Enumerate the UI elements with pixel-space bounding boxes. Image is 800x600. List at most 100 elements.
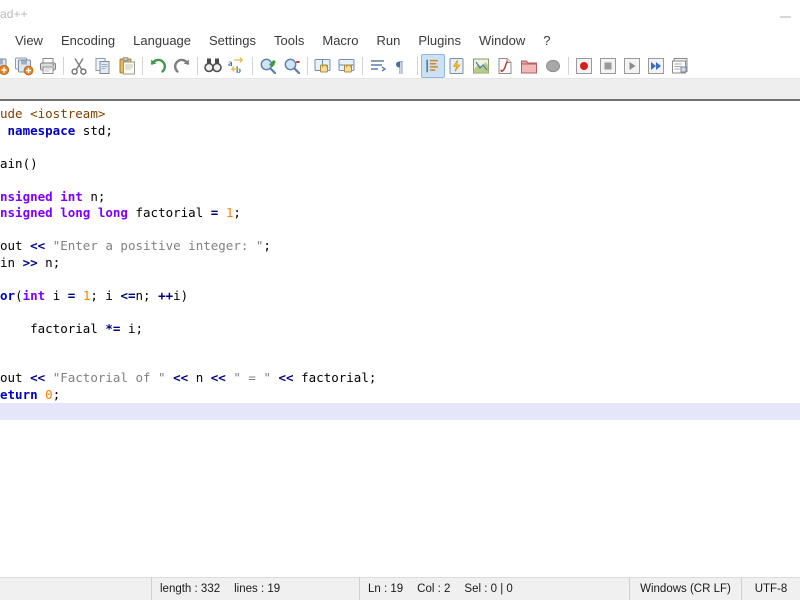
save-button[interactable] xyxy=(0,54,12,78)
menu-item-window[interactable]: Window xyxy=(470,29,534,52)
code-token: "Enter a positive integer: " xyxy=(53,238,264,253)
folder-icon xyxy=(519,56,539,76)
print-icon xyxy=(38,56,58,76)
minimize-button[interactable] xyxy=(770,0,800,27)
save-all-icon xyxy=(14,56,34,76)
code-line[interactable]: ain() xyxy=(0,156,800,173)
code-line[interactable] xyxy=(0,222,800,239)
word-wrap-button[interactable] xyxy=(366,54,390,78)
code-token: or xyxy=(0,288,15,303)
code-line[interactable]: nsigned long long factorial = 1; xyxy=(0,205,800,222)
status-eol-format[interactable]: Windows (CR LF) xyxy=(630,578,742,600)
toolbar-separator xyxy=(252,57,253,75)
toolbar-separator xyxy=(568,57,569,75)
code-token: factorial xyxy=(128,205,211,220)
code-line[interactable] xyxy=(0,354,800,371)
document-tab-bar[interactable] xyxy=(0,79,800,101)
sync-vertical-scroll-button[interactable] xyxy=(311,54,335,78)
code-token xyxy=(271,370,279,385)
find-button[interactable] xyxy=(201,54,225,78)
code-token: ain() xyxy=(0,156,38,171)
code-token: out xyxy=(0,238,30,253)
code-token: << xyxy=(30,370,45,385)
code-token: i) xyxy=(173,288,188,303)
status-lines: lines : 19 xyxy=(234,583,280,595)
menu-item-help[interactable]: ? xyxy=(534,29,559,52)
status-encoding[interactable]: UTF-8 xyxy=(742,578,800,600)
menu-bar: View Encoding Language Settings Tools Ma… xyxy=(0,27,800,53)
code-line[interactable]: nsigned int n; xyxy=(0,189,800,206)
code-token: factorial xyxy=(0,321,105,336)
document-map-button[interactable] xyxy=(469,54,493,78)
code-token: *= xyxy=(105,321,120,336)
menu-item-run[interactable]: Run xyxy=(367,29,409,52)
code-line[interactable]: factorial *= i; xyxy=(0,321,800,338)
menu-item-macro[interactable]: Macro xyxy=(313,29,367,52)
code-token: i xyxy=(45,288,68,303)
function-list-button[interactable] xyxy=(493,54,517,78)
code-line[interactable] xyxy=(0,172,800,189)
run-macro-multiple-icon xyxy=(646,56,666,76)
play-macro-button[interactable] xyxy=(620,54,644,78)
pilcrow-icon: ¶ xyxy=(392,56,412,76)
menu-item-view[interactable]: View xyxy=(6,29,52,52)
undo-button[interactable] xyxy=(146,54,170,78)
zoom-out-button[interactable] xyxy=(280,54,304,78)
code-line[interactable]: out << "Factorial of " << n << " = " << … xyxy=(0,370,800,387)
status-length: length : 332 xyxy=(160,583,220,595)
save-icon xyxy=(0,56,10,76)
code-line[interactable] xyxy=(0,337,800,354)
redo-button[interactable] xyxy=(170,54,194,78)
menu-item-plugins[interactable]: Plugins xyxy=(409,29,470,52)
folder-as-workspace-button[interactable] xyxy=(517,54,541,78)
sync-horizontal-scroll-button[interactable] xyxy=(335,54,359,78)
replace-button[interactable]: a b xyxy=(225,54,249,78)
toolbar-separator xyxy=(417,57,418,75)
menu-item-settings[interactable]: Settings xyxy=(200,29,265,52)
code-line[interactable]: in >> n; xyxy=(0,255,800,272)
code-line[interactable] xyxy=(0,271,800,288)
run-macro-multiple-button[interactable] xyxy=(644,54,668,78)
menu-item-tools[interactable]: Tools xyxy=(265,29,313,52)
copy-button[interactable] xyxy=(91,54,115,78)
indent-guideline-button[interactable] xyxy=(421,54,445,78)
cut-button[interactable] xyxy=(67,54,91,78)
toolbar-separator xyxy=(362,57,363,75)
document-map-icon xyxy=(471,56,491,76)
notepadpp-window: ad++ View Encoding Language Settings Too… xyxy=(0,0,800,600)
code-token: i; xyxy=(120,321,143,336)
code-line[interactable] xyxy=(0,403,800,420)
code-token: <iostream> xyxy=(30,106,105,121)
show-all-characters-button[interactable]: ¶ xyxy=(390,54,414,78)
code-token: ; xyxy=(53,387,61,402)
stop-recording-button[interactable] xyxy=(596,54,620,78)
function-list-icon xyxy=(495,56,515,76)
code-line[interactable]: ude <iostream> xyxy=(0,106,800,123)
user-defined-language-icon xyxy=(447,56,467,76)
record-macro-button[interactable] xyxy=(572,54,596,78)
menu-item-language[interactable]: Language xyxy=(124,29,200,52)
code-line[interactable] xyxy=(0,139,800,156)
code-token: ( xyxy=(15,288,23,303)
code-token: ++ xyxy=(158,288,173,303)
sync-vertical-scroll-icon xyxy=(313,56,333,76)
save-macro-button[interactable] xyxy=(668,54,692,78)
code-editor[interactable]: ude <iostream> namespace std; ain() nsig… xyxy=(0,101,800,577)
monitoring-button[interactable] xyxy=(541,54,565,78)
undo-icon xyxy=(148,56,168,76)
print-button[interactable] xyxy=(36,54,60,78)
code-line[interactable]: namespace std; xyxy=(0,123,800,140)
code-token xyxy=(45,370,53,385)
save-all-button[interactable] xyxy=(12,54,36,78)
code-text-area[interactable]: ude <iostream> namespace std; ain() nsig… xyxy=(0,106,800,420)
code-line[interactable]: or(int i = 1; i <=n; ++i) xyxy=(0,288,800,305)
user-defined-language-button[interactable] xyxy=(445,54,469,78)
code-line[interactable]: out << "Enter a positive integer: "; xyxy=(0,238,800,255)
code-line[interactable] xyxy=(0,304,800,321)
code-token xyxy=(90,205,98,220)
code-line[interactable]: eturn 0; xyxy=(0,387,800,404)
zoom-in-button[interactable] xyxy=(256,54,280,78)
paste-button[interactable] xyxy=(115,54,139,78)
menu-item-encoding[interactable]: Encoding xyxy=(52,29,124,52)
code-token: namespace xyxy=(8,123,76,138)
